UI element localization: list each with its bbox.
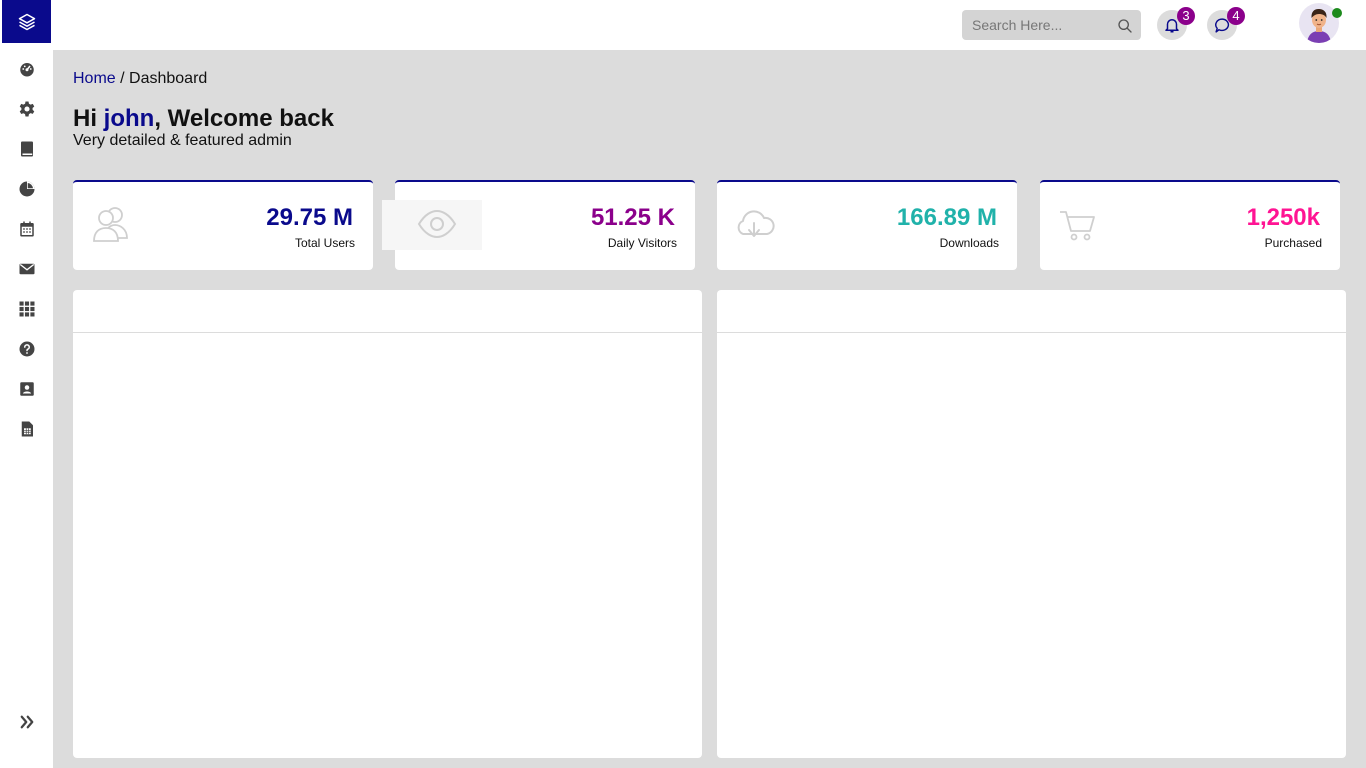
sidebar-item-settings[interactable] [17, 99, 37, 119]
notifications-button[interactable]: 3 [1157, 7, 1195, 40]
sidebar-expand-button[interactable] [17, 712, 37, 732]
contact-card-icon [20, 382, 34, 396]
page-title: Hi john, Welcome back [73, 105, 334, 133]
stat-label: Daily Visitors [607, 236, 677, 250]
search-input[interactable] [962, 10, 1107, 40]
user-name: john [103, 105, 155, 132]
spreadsheet-icon [21, 421, 33, 437]
greeting-text: Hi [73, 105, 104, 132]
stat-card-total-users: 29.75 M Total Users [73, 180, 373, 270]
stat-label: Purchased [1264, 236, 1322, 250]
content-panel-left [73, 290, 702, 758]
stat-label: Downloads [939, 236, 999, 250]
search-icon[interactable] [1117, 18, 1133, 34]
book-icon [21, 141, 33, 157]
search-box [962, 10, 1141, 40]
calendar-icon [20, 221, 34, 237]
envelope-icon [19, 263, 35, 275]
breadcrumb-home-link[interactable]: Home [73, 70, 116, 87]
page-subtitle: Very detailed & featured admin [73, 132, 292, 149]
messages-badge: 4 [1227, 7, 1245, 25]
sidebar-item-spreadsheet[interactable] [17, 419, 37, 439]
grid-icon [19, 301, 35, 317]
sidebar-item-dashboard[interactable] [17, 59, 37, 79]
logo[interactable] [2, 0, 51, 43]
sidebar [0, 0, 53, 768]
panel-header [73, 290, 702, 333]
cart-icon [1060, 211, 1095, 241]
stat-value: 29.75 M [266, 204, 353, 231]
sidebar-item-calendar[interactable] [17, 219, 37, 239]
stat-label: Total Users [294, 236, 355, 250]
notifications-badge: 3 [1177, 7, 1195, 25]
online-status-indicator [1332, 8, 1342, 18]
cloud-download-icon [737, 210, 775, 237]
double-chevron-right-icon [20, 715, 34, 729]
sidebar-item-apps[interactable] [17, 299, 37, 319]
sidebar-item-contacts[interactable] [17, 379, 37, 399]
stat-value: 1,250k [1246, 204, 1320, 231]
sidebar-item-mail[interactable] [17, 259, 37, 279]
stat-card-daily-visitors: 51.25 K Daily Visitors [382, 180, 695, 270]
stat-card-purchased: 1,250k Purchased [1040, 180, 1340, 270]
welcome-text: , Welcome back [154, 105, 334, 132]
layers-icon [18, 13, 35, 30]
eye-icon [417, 209, 457, 239]
breadcrumb: Home / Dashboard [73, 70, 207, 88]
stat-value: 51.25 K [590, 204, 675, 231]
stat-value: 166.89 M [896, 204, 997, 231]
sidebar-item-help[interactable] [17, 339, 37, 359]
help-icon [19, 341, 35, 357]
users-icon [93, 207, 128, 242]
pie-chart-icon [19, 181, 35, 197]
stat-card-downloads: 166.89 M Downloads [717, 180, 1017, 270]
messages-button[interactable]: 4 [1207, 7, 1245, 40]
panel-header [717, 290, 1346, 333]
top-header: 3 4 [53, 0, 1366, 50]
dashboard-gauge-icon [20, 63, 34, 77]
sidebar-item-book[interactable] [17, 139, 37, 159]
content-panel-right [717, 290, 1346, 758]
gear-icon [19, 101, 35, 117]
breadcrumb-separator: / [115, 70, 130, 87]
breadcrumb-current: Dashboard [129, 70, 208, 87]
sidebar-item-charts[interactable] [17, 179, 37, 199]
